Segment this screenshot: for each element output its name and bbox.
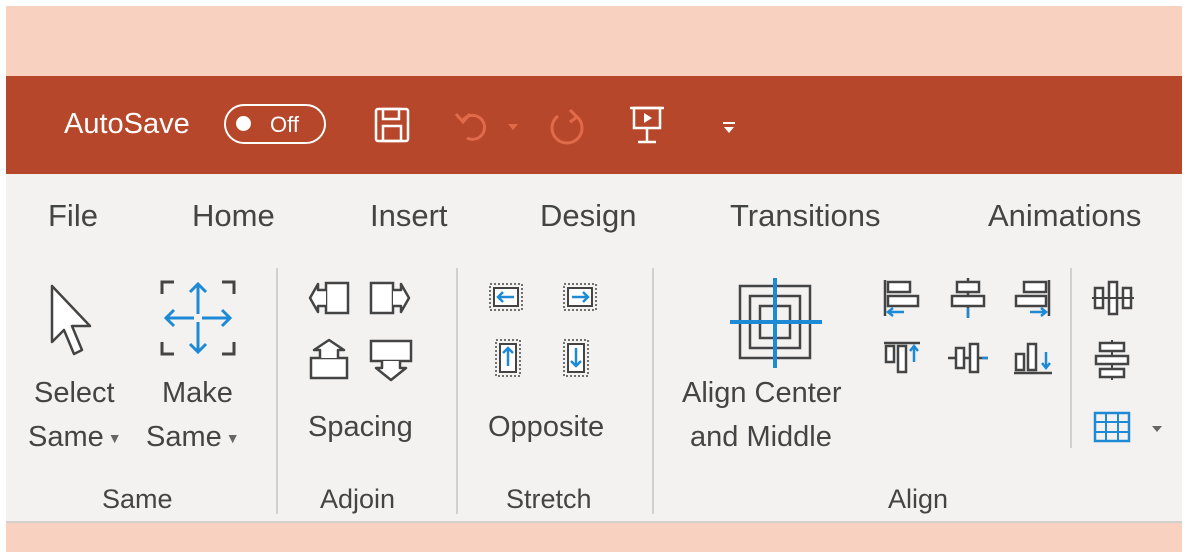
select-same-label-1: Select	[34, 377, 115, 409]
group-separator	[276, 268, 278, 514]
present-from-start-icon[interactable]	[628, 104, 666, 148]
stretch-right-icon[interactable]	[562, 282, 598, 312]
bottom-background	[6, 523, 1182, 552]
dropdown-caret-icon: ▼	[107, 430, 122, 447]
tab-transitions[interactable]: Transitions	[730, 198, 880, 234]
toggle-knob	[236, 116, 251, 131]
make-same-icon	[160, 280, 236, 356]
undo-icon[interactable]	[453, 108, 497, 144]
tab-home[interactable]: Home	[192, 198, 275, 234]
make-same-label-1: Make	[162, 377, 233, 409]
align-middle-icon[interactable]	[948, 340, 988, 376]
group-separator	[456, 268, 458, 514]
align-center-icon[interactable]	[948, 278, 988, 318]
stretch-top-icon[interactable]	[494, 338, 522, 378]
tab-design[interactable]: Design	[540, 198, 637, 234]
ribbon-panel: Select Same ▼ Make Same ▼ Same Spacing A…	[6, 254, 1182, 522]
align-center-label-1: Align Center	[682, 377, 842, 409]
tab-insert[interactable]: Insert	[370, 198, 448, 234]
adjoin-top-icon[interactable]	[308, 338, 352, 382]
undo-dropdown-icon[interactable]	[506, 122, 520, 132]
group-separator	[652, 268, 654, 514]
group-label-adjoin: Adjoin	[320, 484, 396, 514]
select-same-label-2: Same ▼	[28, 416, 122, 459]
title-bar: AutoSave Off	[6, 76, 1182, 174]
align-center-middle-icon	[730, 278, 822, 368]
align-right-icon[interactable]	[1012, 278, 1052, 318]
adjoin-bottom-icon[interactable]	[368, 338, 416, 382]
customize-qat-icon[interactable]	[722, 120, 736, 136]
distribute-horizontally-icon[interactable]	[1092, 278, 1134, 318]
autosave-label: AutoSave	[64, 108, 190, 140]
group-label-align: Align	[888, 484, 949, 514]
dropdown-caret-icon: ▼	[225, 430, 240, 447]
stretch-bottom-icon[interactable]	[562, 338, 590, 378]
tab-file[interactable]: File	[48, 198, 98, 234]
autosave-state: Off	[270, 112, 299, 137]
distribute-vertically-icon[interactable]	[1092, 340, 1132, 380]
tab-animations[interactable]: Animations	[988, 198, 1141, 234]
save-icon[interactable]	[373, 106, 411, 144]
group-label-same: Same	[102, 484, 173, 514]
cursor-arrow-icon	[50, 284, 92, 356]
align-center-label-2: and Middle	[690, 421, 832, 453]
spacing-label[interactable]: Spacing	[308, 406, 413, 448]
make-same-label-2-text: Same	[146, 421, 222, 453]
align-bottom-icon[interactable]	[1012, 340, 1054, 376]
redo-icon[interactable]	[546, 106, 590, 148]
align-left-icon[interactable]	[882, 278, 922, 318]
align-top-icon[interactable]	[882, 340, 922, 376]
top-background	[6, 6, 1182, 76]
app-window: AutoSave Off File Home Insert Design Tra…	[6, 6, 1182, 552]
make-same-label-2: Same ▼	[146, 416, 240, 459]
autosave-toggle[interactable]: Off	[224, 104, 326, 144]
opposite-label[interactable]: Opposite	[488, 406, 604, 448]
grid-icon[interactable]	[1092, 410, 1132, 444]
group-label-stretch: Stretch	[506, 484, 592, 514]
stretch-left-icon[interactable]	[488, 282, 524, 312]
ribbon-tabs: File Home Insert Design Transitions Anim…	[6, 174, 1182, 254]
group-separator	[1070, 268, 1072, 448]
adjoin-right-icon[interactable]	[368, 280, 412, 316]
select-same-label-2-text: Same	[28, 421, 104, 453]
grid-dropdown-icon[interactable]	[1150, 424, 1164, 434]
adjoin-left-icon[interactable]	[308, 280, 352, 316]
